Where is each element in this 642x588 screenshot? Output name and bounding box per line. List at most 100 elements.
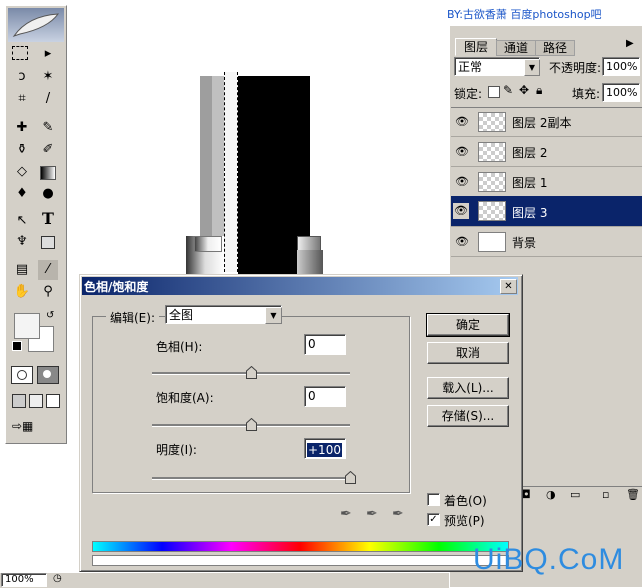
ok-button[interactable]: 确定	[426, 313, 510, 337]
preview-label[interactable]: 预览(P)	[444, 512, 485, 529]
brush-tool-icon[interactable]: ✎	[38, 118, 58, 138]
quickmask-mode-icon[interactable]	[37, 366, 59, 384]
type-tool-icon[interactable]: T	[38, 209, 58, 229]
crop-tool-icon[interactable]: ⌗	[12, 89, 32, 109]
shape-tool-icon[interactable]	[38, 232, 58, 252]
tab-layers[interactable]: 图层	[455, 38, 497, 56]
new-layer-icon[interactable]: ▫	[602, 488, 609, 501]
fill-input[interactable]: 100%	[602, 83, 640, 102]
saturation-label: 饱和度(A):	[156, 391, 214, 405]
dialog-close-button[interactable]: ✕	[500, 279, 517, 294]
swap-colors-icon[interactable]: ↺	[46, 310, 54, 321]
tab-paths[interactable]: 路径	[535, 40, 575, 56]
healing-brush-icon[interactable]: ✚	[12, 118, 32, 138]
preview-checkbox[interactable]: ✓	[427, 513, 440, 526]
screen-mode-full-menu-icon[interactable]	[29, 394, 43, 408]
layer-row[interactable]: 👁︎ 图层 1	[451, 168, 642, 197]
slice-tool-icon[interactable]: /	[38, 89, 58, 109]
lock-pixels-icon[interactable]: ✎	[503, 83, 513, 97]
hue-input[interactable]: 0	[304, 334, 346, 355]
chevron-down-icon: ▼	[270, 311, 277, 320]
eye-icon[interactable]: 👁︎	[454, 174, 470, 190]
pillar-mid-strip	[212, 76, 224, 236]
tab-channels[interactable]: 通道	[496, 40, 536, 56]
saturation-value: 0	[308, 389, 316, 403]
stamp-tool-icon[interactable]: ⚱	[12, 140, 32, 160]
photoshop-feather-logo	[8, 8, 64, 42]
pillar-base-right	[297, 250, 323, 276]
zoom-value: 100%	[5, 574, 34, 585]
delete-layer-icon[interactable]: 🗑︎	[626, 488, 640, 501]
foreground-color-swatch[interactable]	[14, 313, 40, 339]
new-group-icon[interactable]: ▭	[570, 488, 580, 501]
save-button[interactable]: 存储(S)...	[427, 405, 509, 427]
opacity-label: 不透明度:	[549, 61, 602, 75]
lightness-input[interactable]: +100	[304, 438, 346, 459]
add-mask-icon[interactable]: ◘	[522, 488, 531, 501]
lightness-value: +100	[307, 443, 342, 457]
status-bar	[0, 572, 449, 588]
jump-to-imageready-icon[interactable]: ⇨▦	[12, 417, 56, 435]
eyedropper-tool-icon[interactable]: ⁄	[38, 260, 58, 280]
zoom-input[interactable]: 100%	[1, 573, 47, 587]
screen-mode-standard-icon[interactable]	[12, 394, 26, 408]
lock-transparency-icon[interactable]	[488, 86, 500, 98]
layer-row-selected[interactable]: 👁︎ 图层 3	[451, 196, 642, 227]
lightness-slider-track[interactable]	[152, 477, 350, 480]
pillar-light-strip	[200, 76, 212, 236]
dodge-tool-icon[interactable]: ●	[38, 184, 58, 204]
lightness-slider-thumb[interactable]	[345, 471, 356, 484]
path-select-icon[interactable]: ↖	[12, 211, 32, 231]
eyedropper-plus-icon[interactable]: ✒	[366, 506, 378, 522]
history-brush-icon[interactable]: ✐	[38, 140, 58, 160]
fill-label: 填充:	[572, 87, 601, 101]
eye-icon[interactable]: 👁︎	[454, 234, 470, 250]
eye-icon[interactable]: 👁︎	[454, 144, 470, 160]
eyedropper-icon[interactable]: ✒	[340, 506, 352, 522]
saturation-input[interactable]: 0	[304, 386, 346, 407]
colorize-checkbox[interactable]	[427, 493, 440, 506]
close-icon: ✕	[504, 281, 513, 292]
notes-tool-icon[interactable]: ▤	[12, 260, 32, 280]
load-button[interactable]: 载入(L)...	[427, 377, 509, 399]
watermark-text: BY:古欲香萧 百度photoshop吧	[447, 8, 602, 21]
magic-wand-icon[interactable]: ✶	[38, 67, 58, 87]
hue-label: 色相(H):	[156, 340, 203, 354]
default-colors-icon[interactable]	[12, 341, 22, 351]
edit-dropdown-button[interactable]: ▼	[265, 307, 282, 324]
pen-tool-icon[interactable]: ♆	[12, 232, 32, 252]
opacity-input[interactable]: 100%	[602, 57, 640, 76]
hand-tool-icon[interactable]: ✋	[12, 282, 32, 302]
eye-icon[interactable]: 👁︎	[454, 114, 470, 130]
eyedropper-minus-icon[interactable]: ✒	[392, 506, 404, 522]
lasso-tool-icon[interactable]: ↄ	[12, 67, 32, 87]
input-spectrum-bar	[92, 541, 509, 552]
gradient-tool-icon[interactable]	[38, 162, 58, 182]
chevron-down-icon: ▼	[528, 63, 536, 72]
saturation-slider-thumb[interactable]	[246, 418, 257, 431]
colorize-label[interactable]: 着色(O)	[444, 492, 487, 509]
hue-slider-thumb[interactable]	[246, 366, 257, 379]
lock-label: 锁定:	[454, 87, 483, 101]
layer-name: 图层 3	[512, 206, 548, 220]
blend-mode-dropdown-button[interactable]: ▼	[524, 59, 540, 76]
cancel-button[interactable]: 取消	[427, 342, 509, 364]
eraser-tool-icon[interactable]: ◇	[12, 162, 32, 182]
layer-name: 图层 1	[512, 176, 548, 190]
screen-mode-full-icon[interactable]	[46, 394, 60, 408]
adjustment-layer-icon[interactable]: ◑	[546, 488, 556, 501]
eye-icon[interactable]: 👁︎	[453, 203, 469, 219]
blur-tool-icon[interactable]: ♦	[12, 184, 32, 204]
lock-all-icon[interactable]: 🔒︎	[536, 83, 542, 98]
panel-menu-icon[interactable]: ▶	[626, 38, 634, 49]
status-info-icon[interactable]: ◷	[53, 573, 62, 584]
layer-row[interactable]: 👁︎ 图层 2副本	[451, 108, 642, 137]
layer-thumbnail	[478, 232, 506, 252]
standard-mode-icon[interactable]	[11, 366, 33, 384]
marquee-tool-icon[interactable]	[12, 46, 28, 60]
layer-row[interactable]: 👁︎ 背景	[451, 228, 642, 257]
move-tool-icon[interactable]: ▸	[38, 44, 58, 64]
zoom-tool-icon[interactable]: ⚲	[38, 282, 58, 302]
lock-position-icon[interactable]: ✥	[519, 83, 529, 97]
layer-row[interactable]: 👁︎ 图层 2	[451, 138, 642, 167]
